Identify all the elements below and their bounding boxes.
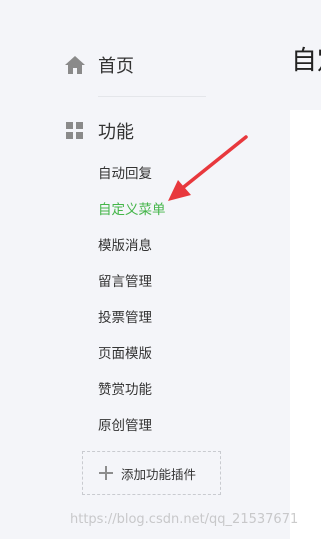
- nav-home[interactable]: 首页: [64, 50, 134, 80]
- add-plugin-button[interactable]: 添加功能插件: [82, 451, 221, 495]
- plus-icon: [99, 466, 113, 480]
- menu-item-template-message[interactable]: 模版消息: [98, 232, 166, 268]
- menu-item-reward[interactable]: 赞赏功能: [98, 376, 166, 412]
- add-plugin-label: 添加功能插件: [121, 466, 197, 482]
- grid-icon: [64, 120, 86, 142]
- submenu: 自动回复 自定义菜单 模版消息 留言管理 投票管理 页面模版 赞赏功能 原创管理: [98, 160, 166, 448]
- nav-home-label: 首页: [98, 56, 134, 77]
- page: 首页 功能 自动回复 自定义菜单 模版消息 留言管理 投票管理 页面模版 赞赏功…: [0, 0, 321, 539]
- menu-item-page-template[interactable]: 页面模版: [98, 340, 166, 376]
- page-title: 自定: [291, 46, 321, 76]
- menu-item-auto-reply[interactable]: 自动回复: [98, 160, 166, 196]
- main-panel: [290, 110, 321, 539]
- nav-section-label: 功能: [98, 122, 134, 143]
- menu-item-comment-management[interactable]: 留言管理: [98, 268, 166, 304]
- home-icon: [64, 54, 86, 76]
- watermark: https://blog.csdn.net/qq_21537671: [70, 512, 299, 527]
- nav-section-functions: 功能: [64, 116, 134, 146]
- menu-item-vote-management[interactable]: 投票管理: [98, 304, 166, 340]
- divider: [98, 96, 206, 97]
- menu-item-original-management[interactable]: 原创管理: [98, 412, 166, 448]
- menu-item-custom-menu[interactable]: 自定义菜单: [98, 196, 166, 232]
- sidebar: 首页 功能 自动回复 自定义菜单 模版消息 留言管理 投票管理 页面模版 赞赏功…: [0, 0, 280, 539]
